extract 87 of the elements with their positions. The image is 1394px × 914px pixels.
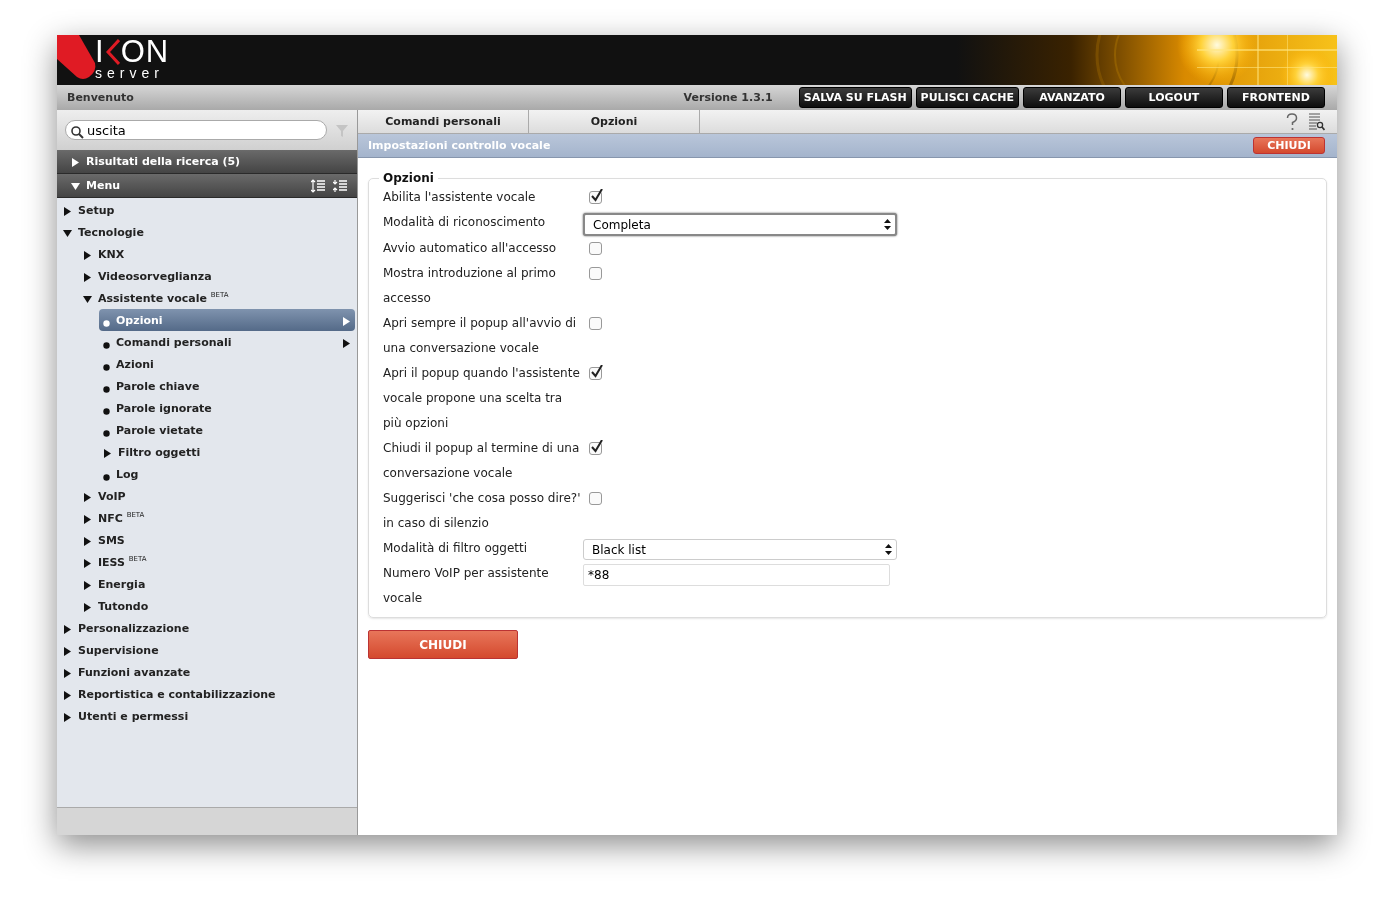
collapsed-triangle-icon bbox=[71, 157, 80, 166]
menu-item[interactable]: Tecnologie bbox=[57, 221, 355, 243]
menu-item[interactable]: Utenti e permessi bbox=[57, 705, 355, 727]
collapsed-triangle-icon bbox=[63, 205, 72, 215]
menu-item[interactable]: NFC $^{BETA}$ bbox=[57, 507, 355, 529]
checkbox[interactable] bbox=[589, 317, 602, 330]
expanded-triangle-icon bbox=[63, 227, 72, 237]
menu-item[interactable]: Reportistica e contabilizzazione bbox=[57, 683, 355, 705]
list-search-icon[interactable] bbox=[1308, 112, 1325, 131]
field-label: Apri il popup quando l'assistente vocale propone una scelta tra più opzioni bbox=[383, 365, 581, 432]
checkbox[interactable] bbox=[589, 191, 602, 204]
collapsed-triangle-icon bbox=[83, 535, 92, 545]
dropdown[interactable]: Completa bbox=[583, 213, 897, 236]
tab[interactable]: Comandi personali bbox=[358, 110, 529, 133]
toolbar-button[interactable]: FRONTEND bbox=[1227, 87, 1325, 108]
menu-item[interactable]: Personalizzazione bbox=[57, 617, 355, 639]
menu-item[interactable]: IESS $^{BETA}$ bbox=[57, 551, 355, 573]
field-label: Suggerisci 'che cosa posso dire?' in caso di silenzio bbox=[383, 490, 582, 532]
submenu-arrow-icon[interactable] bbox=[342, 337, 351, 347]
close-button[interactable]: CHIUDI bbox=[1253, 137, 1325, 154]
section-header[interactable]: Menu bbox=[57, 174, 357, 198]
collapsed-triangle-icon bbox=[63, 645, 72, 655]
collapsed-triangle-icon bbox=[63, 711, 72, 721]
collapsed-triangle-icon bbox=[63, 667, 72, 677]
field-label: Abilita l'assistente vocale bbox=[383, 189, 537, 206]
checkbox[interactable] bbox=[589, 492, 602, 505]
field-label: Avvio automatico all'accesso bbox=[383, 240, 558, 257]
menu-item[interactable]: Videosorveglianza bbox=[57, 265, 355, 287]
menu-item[interactable]: Azioni bbox=[57, 353, 355, 375]
menu-item[interactable]: Parole ignorate bbox=[57, 397, 355, 419]
text-field[interactable]: *88 bbox=[583, 564, 890, 586]
search-field[interactable]: uscita bbox=[65, 120, 327, 140]
toolbar-button[interactable]: AVANZATO bbox=[1023, 87, 1121, 108]
collapsed-triangle-icon bbox=[83, 513, 92, 523]
collapsed-triangle-icon bbox=[63, 689, 72, 699]
menu-item[interactable]: Parole chiave bbox=[57, 375, 355, 397]
menu-item[interactable]: Tutondo bbox=[57, 595, 355, 617]
menu-item[interactable]: Setup bbox=[57, 199, 355, 221]
toolbar-button[interactable]: LOGOUT bbox=[1125, 87, 1223, 108]
toolbar-button[interactable]: SALVA SU FLASH bbox=[798, 87, 912, 108]
help-icon[interactable] bbox=[1286, 112, 1298, 131]
collapsed-triangle-icon bbox=[63, 623, 72, 633]
menu-item[interactable]: Supervisione bbox=[57, 639, 355, 661]
menu-item[interactable]: Comandi personali bbox=[57, 331, 355, 353]
collapsed-triangle-icon bbox=[83, 557, 92, 567]
collapsed-triangle-icon bbox=[83, 271, 92, 281]
welcome-text: Benvenuto bbox=[67, 91, 135, 104]
field-label: Apri sempre il popup all'avvio di una conversazione vocale bbox=[383, 315, 578, 357]
menu-item[interactable]: KNX bbox=[57, 243, 355, 265]
field-label: Mostra introduzione al primo accesso bbox=[383, 265, 557, 307]
checkbox[interactable] bbox=[589, 442, 602, 455]
field-label: Modalità di riconoscimento bbox=[383, 214, 547, 231]
dropdown[interactable]: Black list bbox=[583, 539, 897, 560]
expanded-triangle-icon bbox=[83, 293, 92, 303]
version-text: Versione 1.3.1 bbox=[683, 91, 773, 104]
menu-item[interactable]: Log bbox=[57, 463, 355, 485]
checkbox[interactable] bbox=[589, 267, 602, 280]
collapsed-triangle-icon bbox=[83, 249, 92, 259]
menu-item[interactable]: Opzioni bbox=[99, 309, 355, 331]
checkbox[interactable] bbox=[589, 367, 602, 380]
collapsed-triangle-icon bbox=[83, 601, 92, 611]
menu-item[interactable]: Filtro oggetti bbox=[57, 441, 355, 463]
panel-title: Impostazioni controllo vocale bbox=[368, 139, 551, 152]
logo: I ON server bbox=[57, 35, 170, 85]
menu-item[interactable]: Funzioni avanzate bbox=[57, 661, 355, 683]
collapsed-triangle-icon bbox=[103, 447, 112, 457]
menu-item[interactable]: Parole vietate bbox=[57, 419, 355, 441]
menu-item[interactable]: Assistente vocale $^{BETA}$ bbox=[57, 287, 355, 309]
collapsed-triangle-icon bbox=[83, 491, 92, 501]
collapse-all-icon[interactable] bbox=[333, 178, 347, 193]
group-legend: Opzioni bbox=[379, 171, 438, 185]
close-button[interactable]: CHIUDI bbox=[368, 630, 518, 659]
expanded-triangle-icon bbox=[71, 181, 80, 190]
menu-item[interactable]: SMS bbox=[57, 529, 355, 551]
tab[interactable]: Opzioni bbox=[529, 110, 700, 133]
expand-all-icon[interactable] bbox=[311, 178, 325, 193]
collapsed-triangle-icon bbox=[83, 579, 92, 589]
field-label: Numero VoIP per assistente vocale bbox=[383, 565, 550, 607]
checkbox[interactable] bbox=[589, 242, 602, 255]
field-label: Modalità di filtro oggetti bbox=[383, 540, 529, 557]
field-label: Chiudi il popup al termine di una conversazione vocale bbox=[383, 440, 581, 482]
up-down-arrows-icon bbox=[884, 219, 891, 230]
up-down-arrows-icon bbox=[885, 544, 892, 555]
toolbar-button[interactable]: PULISCI CACHE bbox=[915, 87, 1019, 108]
section-header[interactable]: Risultati della ricerca (5) bbox=[57, 150, 357, 174]
menu-item[interactable]: VoIP bbox=[57, 485, 355, 507]
menu-item[interactable]: Energia bbox=[57, 573, 355, 595]
